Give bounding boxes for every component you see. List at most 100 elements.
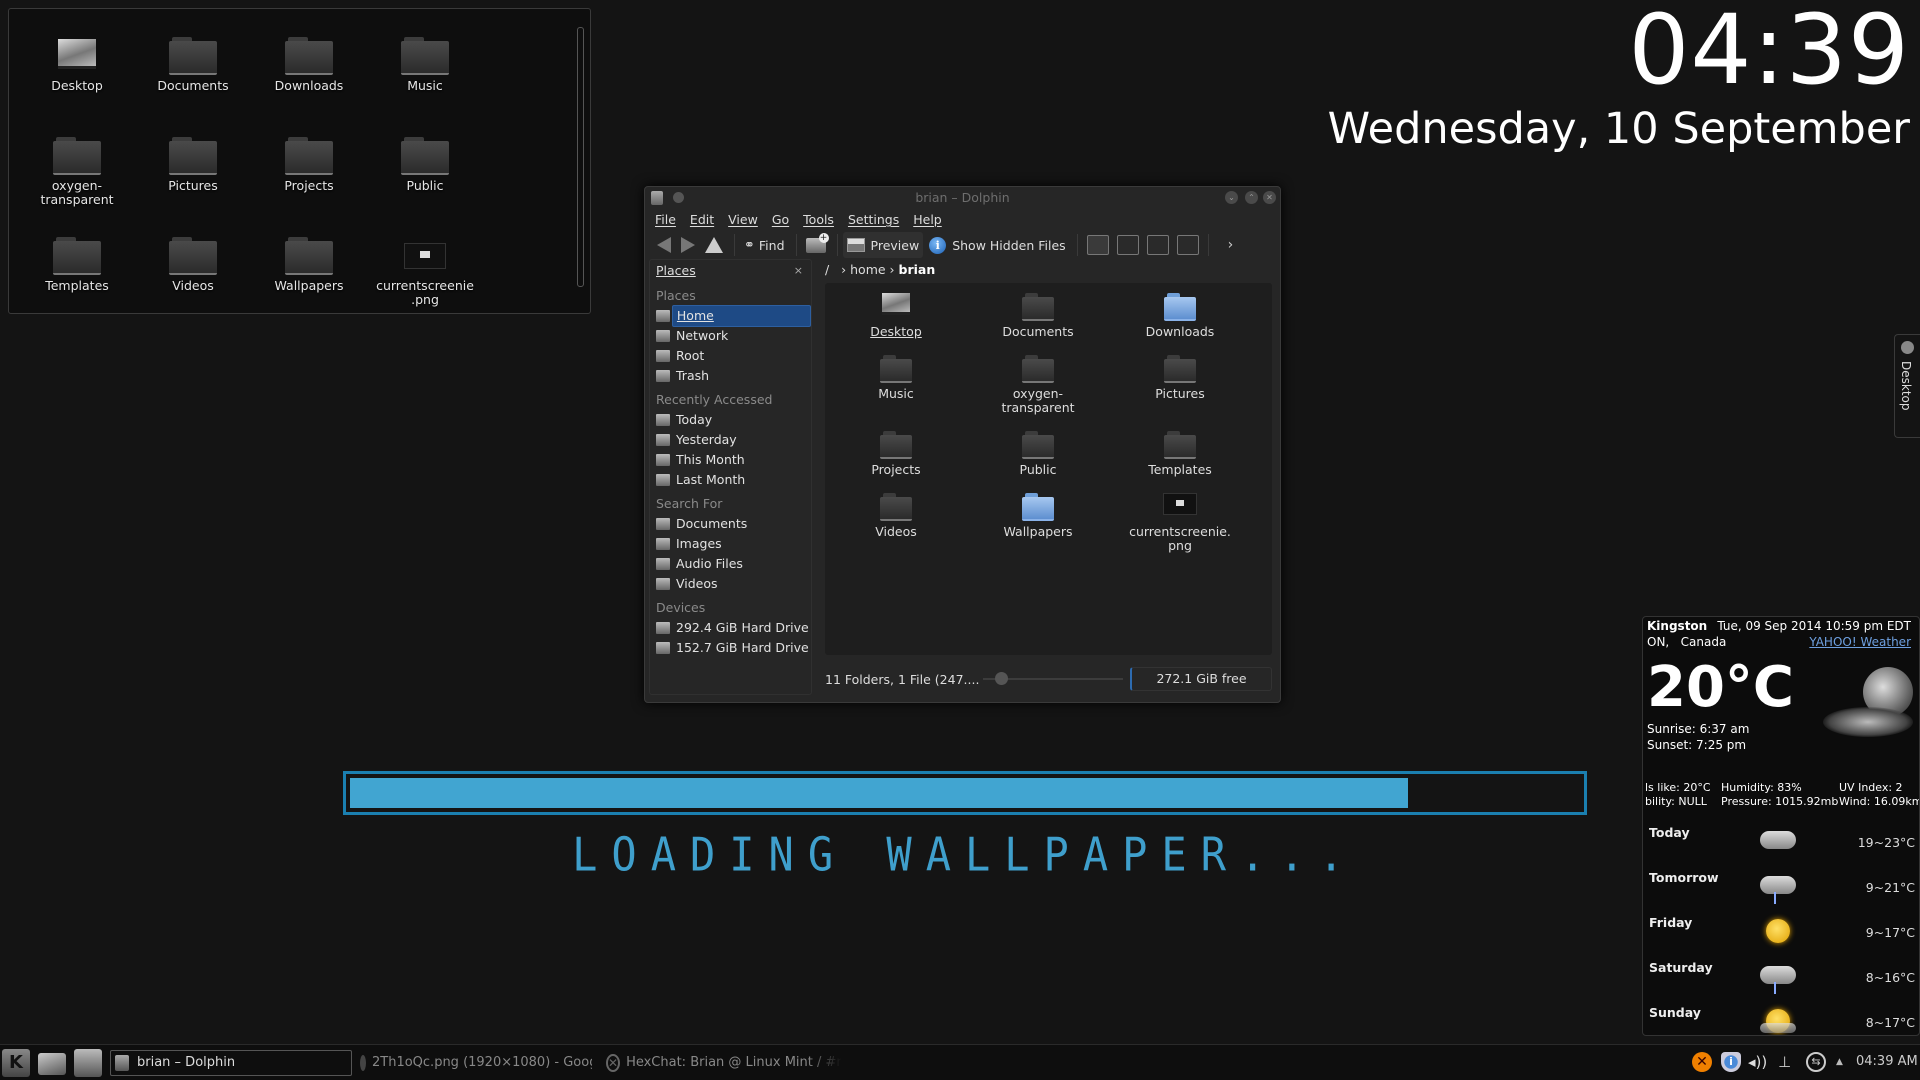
show-hidden-files-button[interactable]: i Show Hidden Files (925, 232, 1069, 258)
desktop-folder-view: Desktop Documents Downloads Music oxygen- tr… (8, 8, 591, 314)
desktop-item[interactable]: Documents (135, 29, 251, 129)
breadcrumb-current[interactable]: brian (899, 262, 936, 277)
window-titlebar[interactable]: brian – Dolphin ⌄ ⌃ ✕ (645, 187, 1280, 209)
tray-clock[interactable]: 04:39 AM (1856, 1054, 1920, 1074)
file-item[interactable]: currentscreenie. png (1109, 491, 1251, 567)
file-item[interactable]: Projects (825, 429, 967, 491)
desktop-item[interactable]: oxygen- transparent (19, 129, 135, 229)
places-item-label: Videos (676, 576, 718, 591)
places-item-this-month[interactable]: This Month (650, 450, 811, 470)
yahoo-weather-link[interactable]: YAHOO! Weather (1809, 635, 1911, 649)
volume-icon[interactable]: ◂)) (1748, 1052, 1768, 1072)
places-item-today[interactable]: Today (650, 410, 811, 430)
places-item-documents[interactable]: Documents (650, 514, 811, 534)
file-item-label: Desktop (870, 324, 922, 339)
zoom-slider-handle[interactable] (995, 672, 1008, 685)
file-item[interactable]: Music (825, 353, 967, 429)
tray-expand-icon[interactable]: ▲ (1836, 1052, 1856, 1072)
folder-view-scrollbar[interactable] (577, 27, 584, 287)
hexchat-tray-icon[interactable]: ✕ (1692, 1052, 1712, 1072)
file-item[interactable]: Documents (967, 291, 1109, 353)
desktop-item[interactable]: Pictures (135, 129, 251, 229)
task-hexchat[interactable]: ✕ HexChat: Brian @ Linux Mint / #ra (606, 1050, 842, 1076)
file-item[interactable]: Videos (825, 491, 967, 567)
toolbar-separator (836, 234, 838, 256)
places-item-last-month[interactable]: Last Month (650, 470, 811, 490)
breadcrumb-separator[interactable]: › (841, 262, 846, 277)
desktop-item[interactable]: Templates (19, 229, 135, 329)
places-item-trash[interactable]: Trash (650, 366, 811, 386)
file-item-label: Projects (871, 462, 921, 477)
task-chrome[interactable]: 2Th1oQc.png (1920×1080) - Goog (360, 1050, 592, 1076)
show-desktop-launcher[interactable] (38, 1053, 66, 1075)
details-view-button[interactable] (1146, 235, 1169, 255)
breadcrumb-home[interactable]: home (850, 262, 885, 277)
places-item-yesterday[interactable]: Yesterday (650, 430, 811, 450)
zoom-slider[interactable] (983, 672, 1123, 685)
forecast-row: Sunday 8~17°C (1643, 1001, 1919, 1035)
menu-tools[interactable]: Tools (803, 209, 834, 231)
places-item-152-7-gib-hard-drive[interactable]: 152.7 GiB Hard Drive (650, 638, 811, 658)
forward-button[interactable] (677, 232, 699, 258)
places-item-audio-files[interactable]: Audio Files (650, 554, 811, 574)
breadcrumb-separator[interactable]: › (890, 262, 895, 277)
desktop-toolbox-tab[interactable]: Desktop (1894, 334, 1920, 438)
weather-widget: Kingston Tue, 09 Sep 2014 10:59 pm EDT O… (1642, 616, 1920, 1036)
places-item-videos[interactable]: Videos (650, 574, 811, 594)
toolbar-overflow-button[interactable]: › (1228, 237, 1234, 253)
menu-edit[interactable]: Edit (690, 209, 714, 231)
menu-go[interactable]: Go (772, 209, 789, 231)
desktop-item[interactable]: Downloads (251, 29, 367, 129)
menu-settings[interactable]: Settings (848, 209, 899, 231)
places-item-images[interactable]: Images (650, 534, 811, 554)
close-button[interactable]: ✕ (1263, 191, 1276, 204)
find-button[interactable]: ⚭ Find (740, 232, 789, 258)
kde-menu-button[interactable]: K (2, 1049, 30, 1077)
file-manager-launcher[interactable] (74, 1049, 102, 1077)
new-folder-button[interactable]: + (802, 232, 830, 258)
maximize-button[interactable]: ⌃ (1245, 191, 1258, 204)
icons-view-button[interactable] (1086, 235, 1109, 255)
desktop-item[interactable]: Wallpapers (251, 229, 367, 329)
desktop-item[interactable]: Public (367, 129, 483, 229)
desktop-item[interactable]: Projects (251, 129, 367, 229)
file-item-label: Music (878, 386, 914, 401)
desktop-item[interactable]: Desktop (19, 29, 135, 129)
up-button[interactable] (701, 232, 727, 258)
toolbar-separator (1076, 234, 1078, 256)
forecast-day: Today (1649, 825, 1690, 840)
network-icon[interactable]: ⊥ (1778, 1052, 1798, 1072)
file-item[interactable]: Downloads (1109, 291, 1251, 353)
file-item[interactable]: Templates (1109, 429, 1251, 491)
file-item[interactable]: Pictures (1109, 353, 1251, 429)
back-button[interactable] (653, 232, 675, 258)
desktop-item[interactable]: Music (367, 29, 483, 129)
file-item[interactable]: oxygen- transparent (967, 353, 1109, 429)
desktop-item[interactable]: currentscreenie .png (367, 229, 483, 329)
breadcrumb-root[interactable]: / (825, 262, 829, 277)
close-panel-icon[interactable]: × (794, 260, 803, 282)
minimize-button[interactable]: ⌄ (1225, 191, 1238, 204)
usb-device-icon[interactable]: ⇆ (1806, 1052, 1826, 1072)
file-item[interactable]: Wallpapers (967, 491, 1109, 567)
update-shield-icon[interactable]: i (1721, 1052, 1741, 1072)
places-item-292-4-gib-hard-drive[interactable]: 292.4 GiB Hard Drive (650, 618, 811, 638)
desktop-icon (879, 291, 913, 319)
folder-icon (1163, 429, 1197, 459)
places-item-home[interactable]: Home (650, 305, 811, 327)
task-dolphin[interactable]: brian – Dolphin (110, 1050, 352, 1076)
file-item[interactable]: Desktop (825, 291, 967, 353)
menu-view[interactable]: View (728, 209, 758, 231)
preview-toggle[interactable]: Preview (842, 232, 924, 258)
places-item-root[interactable]: Root (650, 346, 811, 366)
desktop-item-label: Downloads (274, 78, 344, 93)
menu-file[interactable]: File (655, 209, 676, 231)
compact-view-button[interactable] (1116, 235, 1139, 255)
menu-help[interactable]: Help (913, 209, 942, 231)
split-view-button[interactable] (1176, 235, 1199, 255)
places-item-network[interactable]: Network (650, 326, 811, 346)
file-item[interactable]: Public (967, 429, 1109, 491)
free-space-indicator[interactable]: 272.1 GiB free (1130, 667, 1272, 691)
loading-wallpaper-text: LOADING WALLPAPER... (572, 827, 1358, 882)
desktop-item[interactable]: Videos (135, 229, 251, 329)
